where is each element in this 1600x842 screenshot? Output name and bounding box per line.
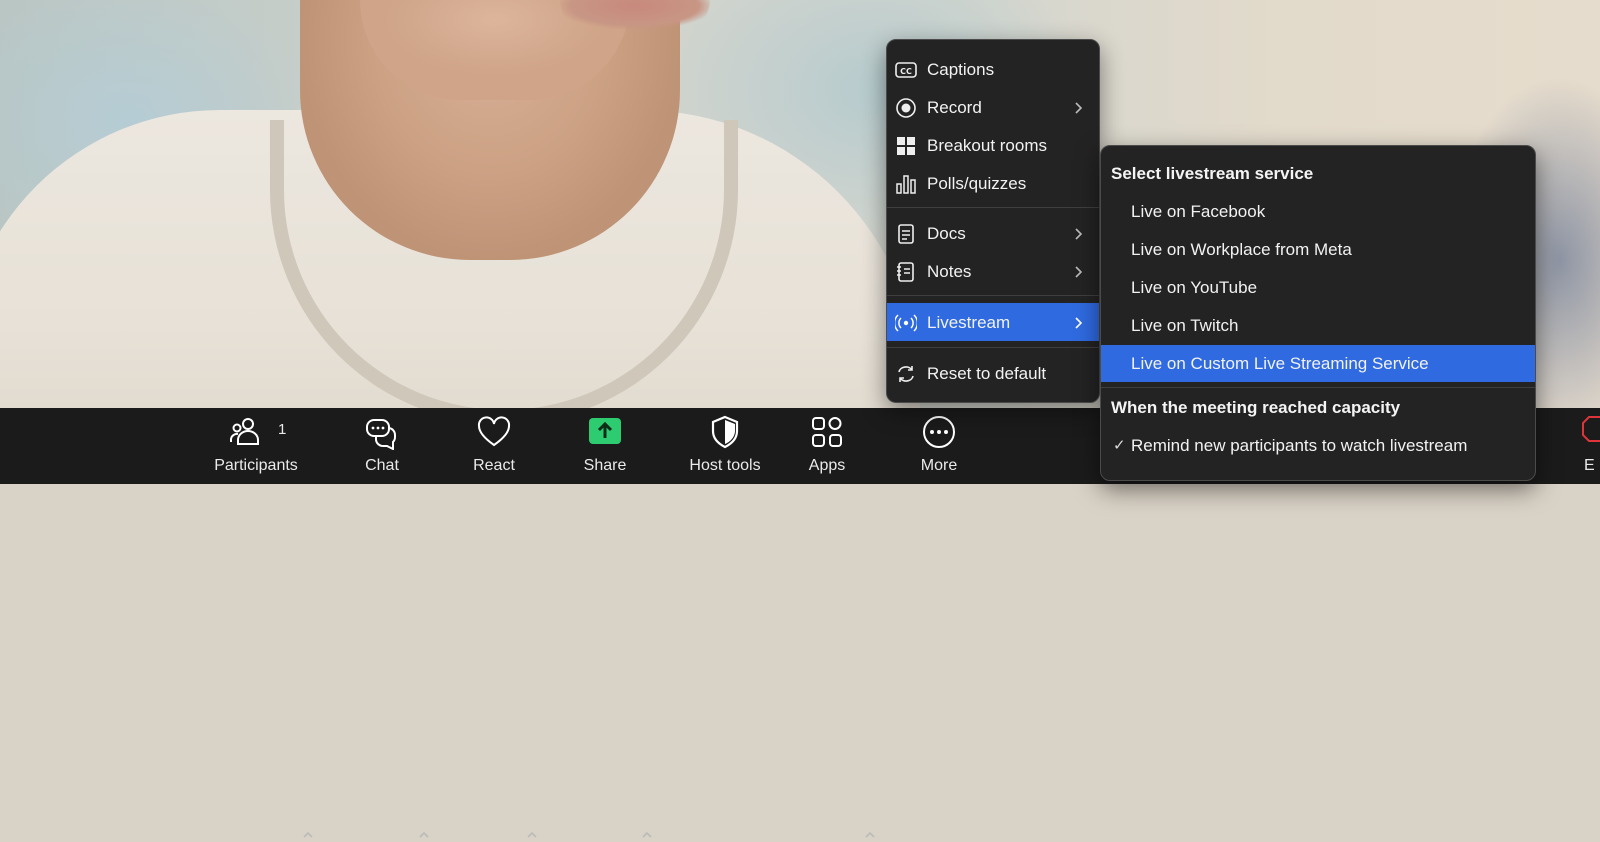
- react-caret-icon[interactable]: [525, 828, 539, 842]
- end-meeting-icon[interactable]: [1580, 414, 1600, 444]
- share-label: Share: [583, 457, 627, 474]
- menu-item-label: Record: [927, 98, 982, 117]
- more-label: More: [920, 457, 958, 474]
- chevron-right-icon: [1075, 228, 1083, 240]
- livestream-heading: Select livestream service: [1111, 164, 1314, 183]
- end-button-label[interactable]: E: [1584, 457, 1595, 475]
- capacity-heading: When the meeting reached capacity: [1111, 398, 1401, 417]
- livestream-icon: [895, 314, 917, 332]
- more-menu: CC Captions Record Breakout rooms Polls/…: [886, 39, 1100, 403]
- participants-icon: [230, 418, 259, 445]
- video-lip: [560, 0, 710, 30]
- livestream-workplace[interactable]: Live on Workplace from Meta: [1101, 231, 1535, 268]
- option-label: Remind new participants to watch livestr…: [1131, 436, 1468, 455]
- service-label: Live on Custom Live Streaming Service: [1131, 354, 1429, 373]
- menu-item-label: Docs: [927, 224, 966, 243]
- menu-item-notes[interactable]: Notes: [887, 252, 1099, 290]
- menu-item-label: Polls/quizzes: [927, 174, 1027, 193]
- cc-icon: CC: [895, 62, 917, 78]
- checkmark-icon: ✓: [1113, 437, 1126, 454]
- livestream-twitch[interactable]: Live on Twitch: [1101, 307, 1535, 344]
- menu-separator: [887, 347, 1099, 348]
- livestream-submenu: Select livestream service Live on Facebo…: [1100, 145, 1536, 481]
- livestream-facebook[interactable]: Live on Facebook: [1101, 193, 1535, 230]
- service-label: Live on Facebook: [1131, 202, 1266, 221]
- chat-button[interactable]: Chat: [342, 408, 422, 484]
- chevron-right-icon: [1075, 266, 1083, 278]
- livestream-custom[interactable]: Live on Custom Live Streaming Service: [1101, 345, 1535, 382]
- menu-item-label: Notes: [927, 262, 972, 281]
- shield-icon: [711, 415, 739, 449]
- chevron-right-icon: [1075, 102, 1083, 114]
- menu-item-breakout-rooms[interactable]: Breakout rooms: [887, 126, 1099, 164]
- record-icon: [896, 98, 916, 118]
- service-label: Live on Twitch: [1131, 316, 1239, 335]
- apps-label: Apps: [808, 457, 846, 474]
- host-tools-label: Host tools: [689, 457, 761, 474]
- menu-item-label: Breakout rooms: [927, 136, 1047, 155]
- menu-item-livestream[interactable]: Livestream: [887, 303, 1099, 341]
- livestream-youtube[interactable]: Live on YouTube: [1101, 269, 1535, 306]
- bar-chart-icon: [896, 175, 916, 194]
- chat-icon: [366, 419, 397, 450]
- share-button[interactable]: Share: [565, 408, 645, 484]
- host-tools-button[interactable]: Host tools: [670, 408, 780, 484]
- participants-caret-icon[interactable]: [301, 828, 315, 842]
- apps-button[interactable]: Apps: [787, 408, 867, 484]
- menu-item-reset[interactable]: Reset to default: [887, 354, 1099, 392]
- chevron-right-icon: [1075, 317, 1083, 329]
- share-screen-icon: [589, 418, 621, 444]
- menu-item-captions[interactable]: CC Captions: [887, 50, 1099, 88]
- notes-icon: [897, 262, 914, 282]
- apps-icon: [812, 417, 842, 447]
- more-button[interactable]: More: [899, 408, 979, 484]
- share-caret-icon[interactable]: [640, 828, 654, 842]
- menu-item-label: Livestream: [927, 313, 1011, 332]
- apps-caret-icon[interactable]: [863, 828, 877, 842]
- remind-participants-option[interactable]: ✓ Remind new participants to watch lives…: [1101, 427, 1535, 464]
- menu-item-docs[interactable]: Docs: [887, 214, 1099, 252]
- chat-label: Chat: [365, 457, 399, 474]
- chat-caret-icon[interactable]: [417, 828, 431, 842]
- react-label: React: [473, 457, 515, 474]
- more-dots-icon: [923, 416, 955, 448]
- menu-separator: [887, 295, 1099, 296]
- service-label: Live on YouTube: [1131, 278, 1258, 297]
- svg-text:CC: CC: [900, 67, 912, 76]
- heart-icon: [477, 416, 511, 447]
- grid-icon: [897, 137, 915, 155]
- react-button[interactable]: React: [454, 408, 534, 484]
- document-icon: [898, 224, 914, 244]
- submenu-separator: [1101, 387, 1535, 388]
- participant-count: 1: [278, 421, 287, 438]
- participants-button[interactable]: 1 Participants: [206, 408, 306, 484]
- service-label: Live on Workplace from Meta: [1131, 240, 1352, 259]
- menu-item-record[interactable]: Record: [887, 88, 1099, 126]
- menu-item-label: Reset to default: [927, 364, 1047, 383]
- participants-label: Participants: [214, 457, 298, 474]
- reset-icon: [898, 366, 914, 382]
- menu-item-label: Captions: [927, 60, 995, 79]
- menu-item-polls[interactable]: Polls/quizzes: [887, 164, 1099, 202]
- menu-separator: [887, 207, 1099, 208]
